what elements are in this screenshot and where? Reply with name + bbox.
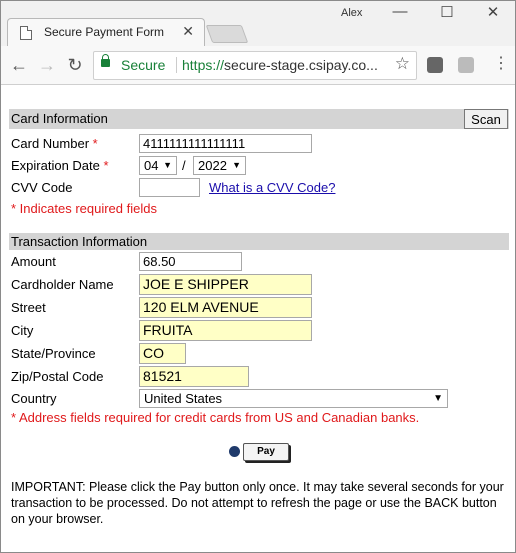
- city-label: City: [11, 323, 34, 338]
- forward-arrow-icon[interactable]: →: [37, 55, 57, 75]
- cardholder-name-input[interactable]: JOE E SHIPPER: [139, 274, 312, 295]
- exp-month-select[interactable]: 04 ▼: [139, 156, 177, 175]
- amount-input[interactable]: 68.50: [139, 252, 242, 271]
- dropdown-arrow-icon: ▼: [232, 160, 241, 170]
- country-value: United States: [144, 391, 223, 406]
- lock-icon: [101, 54, 110, 67]
- pay-button[interactable]: Pay: [243, 443, 289, 461]
- expiration-label: Expiration Date *: [11, 158, 109, 173]
- zip-label: Zip/Postal Code: [11, 369, 104, 384]
- scan-button[interactable]: Scan: [464, 109, 508, 129]
- tab-secure-payment-form[interactable]: Secure Payment Form ✕: [7, 18, 205, 47]
- reload-icon[interactable]: ↻: [65, 55, 85, 75]
- state-input[interactable]: CO: [139, 343, 186, 364]
- street-input[interactable]: 120 ELM AVENUE: [139, 297, 312, 318]
- url-scheme: https://: [182, 57, 225, 73]
- title-bar: Secure Payment Form ✕ Alex — ☐ ✕: [1, 1, 515, 47]
- address-bar[interactable]: Secure https://secure-stage.csipay.co...…: [93, 51, 417, 80]
- pay-knob-icon: [229, 446, 240, 457]
- cardholder-name-label: Cardholder Name: [11, 277, 114, 292]
- exp-month-value: 04: [144, 158, 159, 173]
- close-tab-icon[interactable]: ✕: [182, 23, 194, 40]
- tab-title: Secure Payment Form: [44, 25, 165, 39]
- minimize-icon[interactable]: —: [390, 3, 410, 20]
- required-marker: *: [92, 136, 98, 151]
- zip-input[interactable]: 81521: [139, 366, 249, 387]
- exp-separator: /: [182, 158, 186, 173]
- menu-icon[interactable]: ⋮: [493, 55, 509, 73]
- cvv-help-link[interactable]: What is a CVV Code?: [209, 180, 335, 195]
- cvv-input[interactable]: [139, 178, 200, 197]
- maximize-icon[interactable]: ☐: [437, 3, 457, 21]
- back-arrow-icon[interactable]: ←: [9, 55, 29, 75]
- city-input[interactable]: FRUITA: [139, 320, 312, 341]
- state-label: State/Province: [11, 346, 96, 361]
- cvv-label: CVV Code: [11, 180, 73, 195]
- omnibox-divider: [176, 57, 177, 73]
- star-icon[interactable]: ☆: [395, 54, 410, 74]
- url-host: secure-stage.csipay.co...: [224, 57, 378, 73]
- card-number-label: Card Number *: [11, 136, 98, 151]
- amount-label: Amount: [11, 254, 56, 269]
- country-label: Country: [11, 391, 57, 406]
- close-window-icon[interactable]: ✕: [483, 3, 503, 21]
- expiration-label-text: Expiration Date: [11, 158, 100, 173]
- pdf-icon[interactable]: [458, 57, 474, 73]
- new-tab-button[interactable]: [205, 25, 249, 43]
- transaction-section-title: Transaction Information: [11, 234, 148, 249]
- extension-icon[interactable]: [427, 57, 443, 73]
- profile-name[interactable]: Alex: [341, 7, 362, 19]
- dropdown-arrow-icon: ▼: [163, 160, 172, 170]
- transaction-section-header: Transaction Information: [9, 233, 509, 250]
- exp-year-select[interactable]: 2022 ▼: [193, 156, 246, 175]
- card-number-input[interactable]: 4111111111111111: [139, 134, 312, 153]
- dropdown-arrow-icon: ▼: [433, 393, 443, 404]
- secure-label: Secure: [121, 57, 166, 73]
- browser-window: Secure Payment Form ✕ Alex — ☐ ✕ ← → ↻ S…: [0, 0, 516, 553]
- card-section-header: Card Information Scan: [9, 109, 509, 129]
- exp-year-value: 2022: [198, 158, 227, 173]
- pay-control[interactable]: Pay: [229, 443, 291, 461]
- browser-toolbar: ← → ↻ Secure https://secure-stage.csipay…: [1, 46, 515, 85]
- page-icon: [20, 26, 32, 40]
- street-label: Street: [11, 300, 46, 315]
- card-section-title: Card Information: [11, 111, 108, 126]
- card-number-label-text: Card Number: [11, 136, 90, 151]
- required-marker: *: [103, 158, 109, 173]
- required-fields-note: * Indicates required fields: [11, 201, 157, 216]
- url-text[interactable]: https://secure-stage.csipay.co...: [182, 57, 378, 73]
- country-select[interactable]: United States ▼: [139, 389, 448, 408]
- important-notice: IMPORTANT: Please click the Pay button o…: [11, 480, 504, 526]
- address-required-note: * Address fields required for credit car…: [11, 410, 420, 425]
